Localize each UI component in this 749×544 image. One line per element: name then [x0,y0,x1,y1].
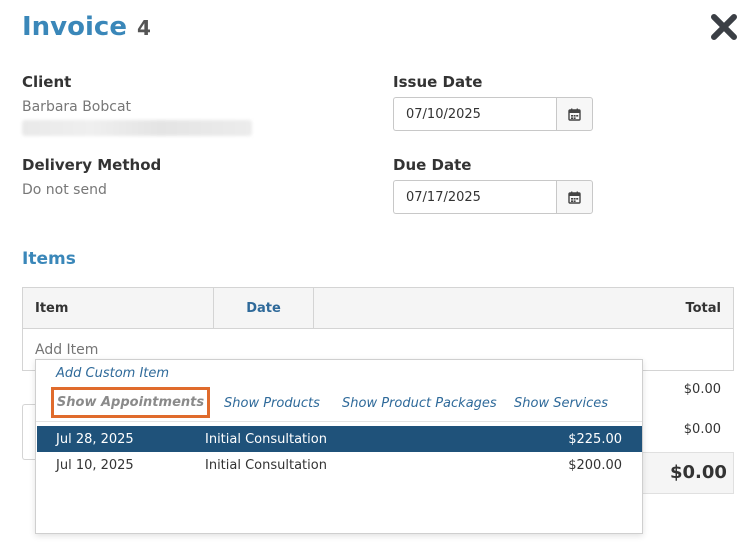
appointment-date: Jul 10, 2025 [56,457,134,473]
calendar-icon [568,191,581,204]
show-services-tab[interactable]: Show Services [514,396,608,411]
show-product-packages-tab[interactable]: Show Product Packages [342,396,497,411]
due-date-group [393,180,593,214]
due-date-input[interactable] [393,180,556,214]
delivery-method-label: Delivery Method [22,156,162,174]
show-products-tab[interactable]: Show Products [224,396,320,411]
add-item-dropdown: Add Custom Item Show Appointments Show P… [35,359,643,534]
dropdown-divider [36,421,642,422]
subtotal-value: $0.00 [683,382,721,397]
appointment-row[interactable]: Jul 10, 2025 Initial Consultation $200.0… [37,452,642,478]
appointment-date: Jul 28, 2025 [56,431,134,447]
issue-date-group [393,97,593,131]
items-section-title: Items [22,249,76,269]
client-name: Barbara Bobcat [22,99,132,115]
due-date-calendar-button[interactable] [556,180,593,214]
client-email-redacted [22,120,252,136]
issue-date-input[interactable] [393,97,556,131]
due-date-label: Due Date [393,156,472,174]
column-header-date[interactable]: Date [214,288,314,328]
column-header-total: Total [685,300,721,316]
appointment-price: $200.00 [568,457,622,473]
issue-date-label: Issue Date [393,73,483,91]
grand-total-value: $0.00 [670,462,727,483]
close-icon [711,14,737,40]
appointment-name: Initial Consultation [205,431,327,447]
show-appointments-tab[interactable]: Show Appointments [51,387,210,418]
issue-date-calendar-button[interactable] [556,97,593,131]
client-label: Client [22,73,72,91]
appointment-name: Initial Consultation [205,457,327,473]
add-custom-item-link[interactable]: Add Custom Item [56,366,169,381]
delivery-method-value: Do not send [22,182,107,198]
page-title: Invoice 4 [22,12,151,42]
calendar-icon [568,108,581,121]
tax-value: $0.00 [683,422,721,437]
column-header-item: Item [23,288,214,328]
appointment-row[interactable]: Jul 28, 2025 Initial Consultation $225.0… [37,426,642,452]
items-table-header: Item Date Total [23,288,733,329]
invoice-title: Invoice [22,12,127,42]
appointment-price: $225.00 [568,431,622,447]
close-button[interactable] [707,10,741,44]
add-item-input[interactable] [35,341,635,358]
invoice-number: 4 [136,16,151,40]
